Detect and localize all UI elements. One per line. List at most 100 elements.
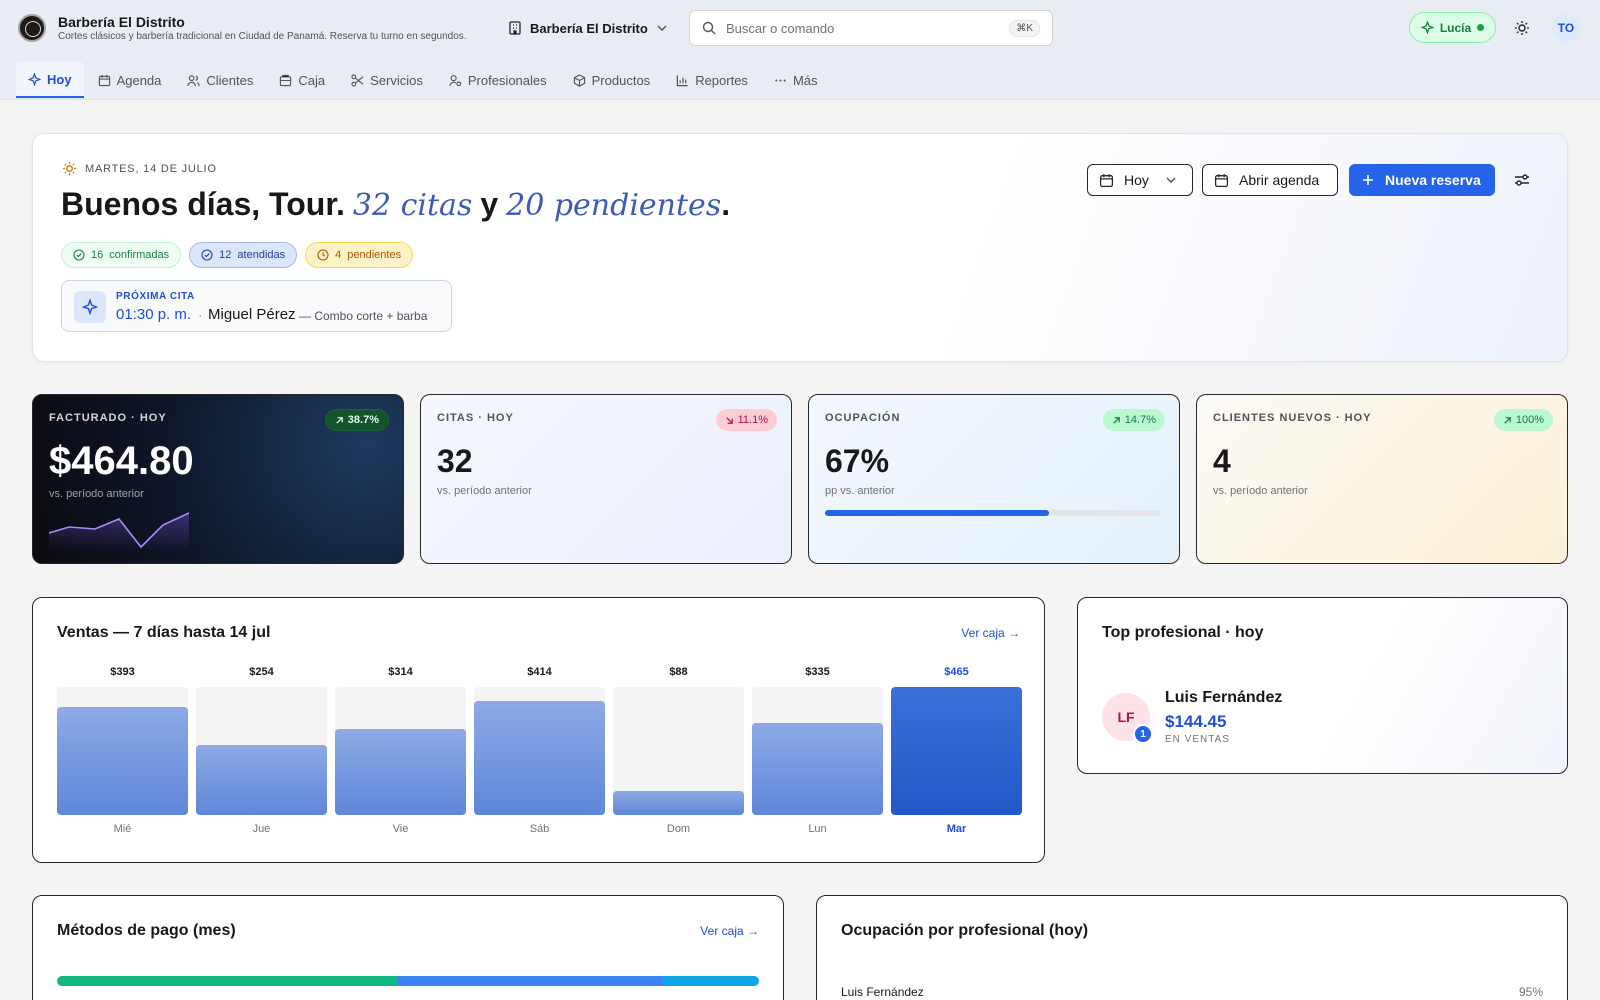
new-booking-button[interactable]: Nueva reserva	[1349, 164, 1495, 196]
nav-item-hoy[interactable]: Hoy	[16, 62, 84, 98]
nav-item-productos[interactable]: Productos	[561, 62, 663, 98]
main-nav: Hoy Agenda Clientes Caja Servicios Profe…	[16, 62, 832, 98]
sun-icon	[62, 161, 77, 176]
plus-icon	[1363, 175, 1373, 185]
bar-column[interactable]: $335 Lun	[752, 666, 883, 841]
sparkle-icon	[28, 72, 41, 86]
bar	[335, 729, 466, 815]
payment-segment[interactable]	[57, 976, 398, 986]
sliders-icon[interactable]	[1512, 170, 1532, 190]
greeting-heading: Buenos días, Tour. 32 citas y 20 pendien…	[61, 186, 730, 223]
arrow-up-right-icon	[1504, 416, 1511, 424]
nav-item-reportes[interactable]: Reportes	[664, 62, 760, 98]
kpi-label: CITAS · HOY	[437, 412, 514, 424]
assistant-button[interactable]: Lucía	[1409, 12, 1496, 43]
period-label: Hoy	[1124, 172, 1149, 188]
nav-label: Clientes	[206, 72, 254, 88]
bar-track	[891, 687, 1022, 815]
open-agenda-button[interactable]: Abrir agenda	[1202, 164, 1338, 196]
bar-value-label: $335	[805, 666, 830, 678]
pill-label: atendidas	[237, 249, 286, 261]
greeting-connector: y	[480, 186, 499, 222]
nav-label: Servicios	[370, 72, 423, 88]
brand-logo[interactable]	[18, 14, 46, 42]
theme-toggle[interactable]	[1510, 18, 1534, 38]
kpi-new-clients[interactable]: CLIENTES NUEVOS · HOY 100% 4 vs. período…	[1196, 394, 1568, 564]
kpi-delta: 38.7%	[347, 414, 379, 426]
pill-label: pendientes	[347, 249, 402, 261]
professional-icon	[449, 74, 462, 86]
bar-category-label: Mié	[113, 823, 132, 835]
occupancy-progress-fill	[825, 510, 1050, 516]
user-avatar[interactable]: TO	[1552, 14, 1580, 42]
bar-column[interactable]: $465 Mar	[891, 666, 1022, 841]
new-booking-label: Nueva reserva	[1385, 172, 1481, 188]
payment-segment[interactable]	[397, 976, 663, 986]
sparkle-icon	[1420, 21, 1434, 34]
kpi-occupancy[interactable]: OCUPACIÓN 14.7% 67% pp vs. anterior	[808, 394, 1180, 564]
hero-card: MARTES, 14 DE JULIO Buenos días, Tour. 3…	[32, 133, 1568, 362]
kpi-delta-badge: 100%	[1493, 409, 1553, 431]
bar-category-label: Sáb	[529, 823, 550, 835]
kpi-label: FACTURADO · HOY	[49, 412, 167, 424]
brand-subtitle: Cortes clásicos y barbería tradicional e…	[58, 31, 467, 42]
kpi-subtitle: vs. período anterior	[437, 485, 532, 497]
period-select[interactable]: Hoy	[1087, 164, 1193, 196]
payments-link[interactable]: Ver caja →	[700, 924, 759, 938]
pending-count: 20 pendientes	[506, 188, 722, 223]
nav-item-mas[interactable]: Más	[762, 62, 830, 98]
nav-item-agenda[interactable]: Agenda	[86, 62, 174, 98]
pill-pending[interactable]: 4 pendientes	[305, 242, 414, 268]
kpi-subtitle: vs. período anterior	[49, 488, 144, 500]
sales-link[interactable]: Ver caja →	[961, 626, 1020, 640]
greeting-text: Buenos días, Tour.	[61, 186, 345, 222]
calendar-icon	[98, 74, 110, 86]
kpi-value: 4	[1213, 443, 1231, 479]
kpi-appointments[interactable]: CITAS · HOY 11.1% 32 vs. período anterio…	[420, 394, 792, 564]
kpi-delta: 100%	[1515, 414, 1544, 426]
payment-segment[interactable]	[662, 976, 759, 986]
bar	[613, 791, 744, 815]
location-selector[interactable]: Barbería El Distrito	[508, 18, 668, 38]
payments-title: Métodos de pago (mes)	[57, 922, 236, 939]
kpi-value: 67%	[825, 443, 890, 479]
nav-item-caja[interactable]: Caja	[267, 62, 337, 98]
kpi-value: 32	[437, 443, 473, 479]
bar-column[interactable]: $393 Mié	[57, 666, 188, 841]
pill-label: confirmadas	[109, 249, 170, 261]
bar-value-label: $88	[669, 666, 688, 678]
search-input[interactable]	[726, 20, 1000, 36]
more-icon	[775, 78, 786, 82]
users-icon	[187, 74, 201, 86]
sales-card: Ventas — 7 días hasta 14 jul Ver caja → …	[32, 597, 1045, 863]
nav-item-servicios[interactable]: Servicios	[339, 62, 435, 98]
search-box[interactable]: ⌘K	[689, 10, 1053, 46]
kpi-value: $464.80	[49, 439, 194, 483]
pill-count: 4	[335, 249, 342, 261]
nav-label: Reportes	[695, 72, 748, 88]
bar-category-label: Vie	[392, 823, 409, 835]
sun-icon	[1515, 21, 1529, 35]
occupancy-row-name: Luis Fernández	[841, 985, 924, 999]
next-appointment[interactable]: PRÓXIMA CITA 01:30 p. m. · Miguel Pérez …	[61, 280, 452, 332]
location-label: Barbería El Distrito	[530, 20, 648, 36]
nav-item-clientes[interactable]: Clientes	[175, 62, 265, 98]
bar-column[interactable]: $254 Jue	[196, 666, 327, 841]
bar	[891, 687, 1022, 815]
next-appointment-service: — Combo corte + barba	[299, 309, 428, 323]
nav-label: Agenda	[116, 72, 162, 88]
bar	[752, 723, 883, 815]
date-label: MARTES, 14 DE JULIO	[85, 162, 217, 175]
kpi-revenue[interactable]: FACTURADO · HOY 38.7% $464.80 vs. períod…	[32, 394, 404, 564]
bar-column[interactable]: $414 Sáb	[474, 666, 605, 841]
next-appointment-icon-wrap	[74, 291, 106, 323]
bar-column[interactable]: $88 Dom	[613, 666, 744, 841]
bar-column[interactable]: $314 Vie	[335, 666, 466, 841]
pill-confirmed[interactable]: 16 confirmadas	[61, 242, 182, 268]
next-appointment-time: 01:30 p. m.	[116, 306, 192, 323]
nav-item-profesionales[interactable]: Profesionales	[437, 62, 559, 98]
pill-count: 12	[219, 249, 232, 261]
bar	[196, 745, 327, 815]
pill-attended[interactable]: 12 atendidas	[189, 242, 298, 268]
bar-value-label: $254	[249, 666, 274, 678]
